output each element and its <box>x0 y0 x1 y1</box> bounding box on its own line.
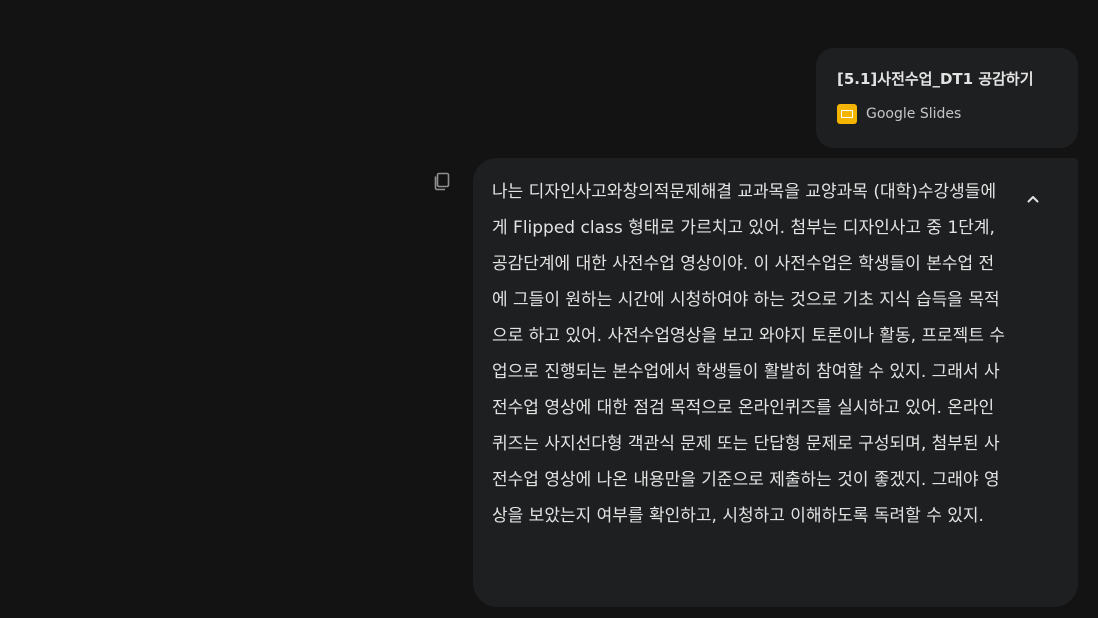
attachment-source: Google Slides <box>837 104 1058 124</box>
copy-icon <box>434 172 450 191</box>
google-slides-icon <box>837 104 857 124</box>
user-message-bubble: 나는 디자인사고와창의적문제해결 교과목을 교양과목 (대학)수강생들에게 Fl… <box>473 158 1078 607</box>
user-message-text: 나는 디자인사고와창의적문제해결 교과목을 교양과목 (대학)수강생들에게 Fl… <box>492 182 1006 526</box>
attachment-title: [5.1]사전수업_DT1 공감하기 <box>837 70 1034 88</box>
copy-button[interactable] <box>431 170 453 192</box>
attachment-source-label: Google Slides <box>866 106 962 122</box>
chat-page: [5.1]사전수업_DT1 공감하기 Google Slides 나는 디자인사… <box>0 0 1098 618</box>
attachment-card[interactable]: [5.1]사전수업_DT1 공감하기 Google Slides <box>816 48 1078 148</box>
collapse-button[interactable] <box>1020 186 1046 212</box>
chevron-up-icon <box>1027 196 1039 203</box>
